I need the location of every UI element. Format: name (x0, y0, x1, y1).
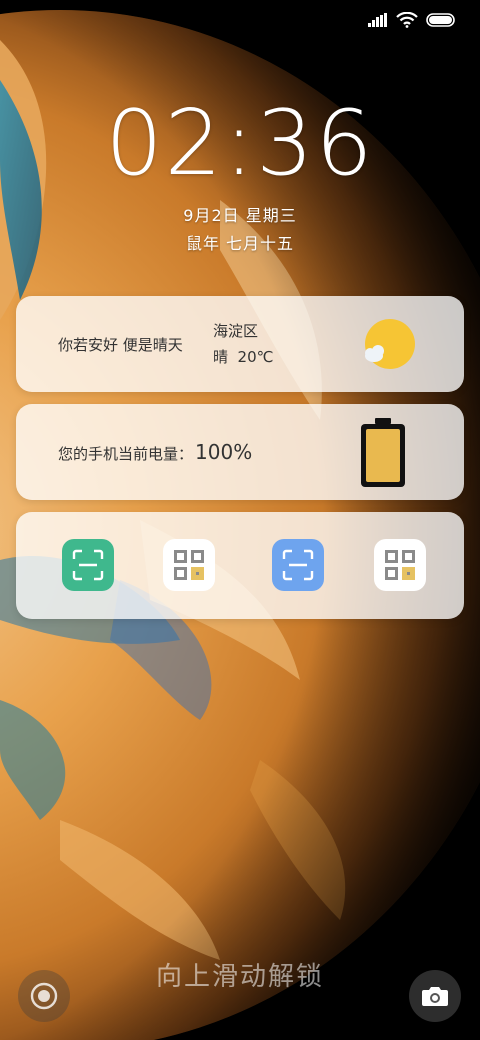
weather-greeting: 你若安好 便是晴天 (58, 336, 183, 354)
date-text: 9月2日 星期三 (183, 206, 297, 225)
lock-clock: 02:36 (105, 91, 375, 196)
battery-widget[interactable]: 您的手机当前电量： 100% (16, 404, 464, 500)
status-bar (368, 8, 456, 32)
assistant-icon (30, 982, 58, 1010)
qr-code-button-2[interactable] (374, 539, 426, 591)
weather-widget[interactable]: 你若安好 便是晴天 海淀区 晴 20℃ (16, 296, 464, 392)
scan-icon (282, 549, 314, 581)
shortcuts-widget (16, 512, 464, 619)
qr-code-icon (174, 550, 204, 580)
camera-icon (422, 987, 448, 1006)
lunar-date-text: 鼠年 七月十五 (185, 234, 295, 253)
signal-bars-icon (368, 13, 387, 27)
assistant-button[interactable] (18, 970, 70, 1022)
battery-full-icon (361, 418, 405, 487)
battery-label: 您的手机当前电量： (58, 445, 194, 463)
qr-code-button-1[interactable] (163, 539, 215, 591)
sun-cloud-icon (365, 319, 415, 369)
wifi-icon (396, 12, 418, 28)
weather-condition: 晴 20℃ (213, 348, 274, 366)
camera-button[interactable] (409, 970, 461, 1022)
qr-code-icon (385, 550, 415, 580)
scan-button-blue[interactable] (272, 539, 324, 591)
battery-pill-icon (426, 13, 455, 27)
scan-button-green[interactable] (62, 539, 114, 591)
lock-screen: 02:36 9月2日 星期三 鼠年 七月十五 你若安好 便是晴天 海淀区 晴 2… (0, 0, 480, 1040)
battery-text: 您的手机当前电量： 100% (58, 440, 252, 464)
swipe-up-hint: 向上滑动解锁 (155, 962, 324, 992)
weather-district: 海淀区 (213, 322, 259, 340)
battery-percent: 100% (195, 440, 253, 464)
scan-icon (72, 549, 104, 581)
